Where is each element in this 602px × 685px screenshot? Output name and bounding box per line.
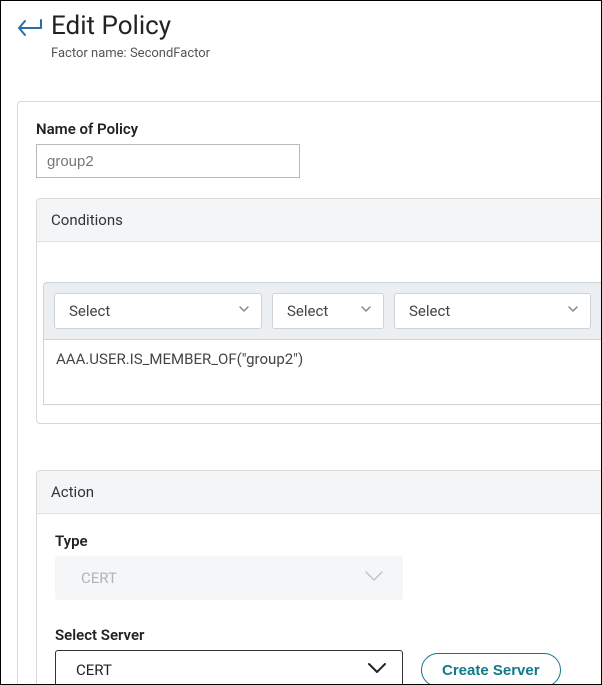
page-title: Edit Policy (51, 11, 210, 42)
conditions-header: Conditions (37, 199, 601, 242)
select-server-value: CERT (76, 661, 112, 679)
select-server-label: Select Server (55, 626, 601, 644)
back-arrow-icon[interactable] (17, 17, 43, 39)
condition-select-1[interactable]: Select (54, 293, 262, 329)
chevron-down-icon (363, 568, 385, 588)
chevron-down-icon (566, 302, 580, 320)
chevron-down-icon (237, 302, 251, 320)
chevron-down-icon (359, 302, 373, 320)
chevron-down-icon (366, 660, 388, 680)
condition-select-3[interactable]: Select (394, 293, 591, 329)
action-type-value: CERT (81, 569, 117, 587)
condition-select-3-label: Select (409, 302, 450, 320)
action-header: Action (37, 471, 601, 514)
factor-name-label: Factor name: (51, 46, 127, 61)
policy-name-input[interactable] (36, 144, 300, 178)
action-type-select: CERT (55, 556, 403, 600)
condition-expression[interactable]: AAA.USER.IS_MEMBER_OF("group2") (43, 340, 601, 405)
condition-select-2-label: Select (287, 302, 328, 320)
factor-name-subtitle: Factor name: SecondFactor (51, 46, 210, 61)
select-server-dropdown[interactable]: CERT (55, 650, 403, 685)
condition-select-1-label: Select (69, 302, 110, 320)
condition-select-2[interactable]: Select (272, 293, 384, 329)
conditions-select-bar: Select Select Select (43, 282, 601, 340)
factor-name-value: SecondFactor (130, 46, 210, 61)
policy-name-label: Name of Policy (36, 120, 601, 138)
action-type-label: Type (55, 532, 601, 550)
create-server-button[interactable]: Create Server (421, 653, 561, 685)
